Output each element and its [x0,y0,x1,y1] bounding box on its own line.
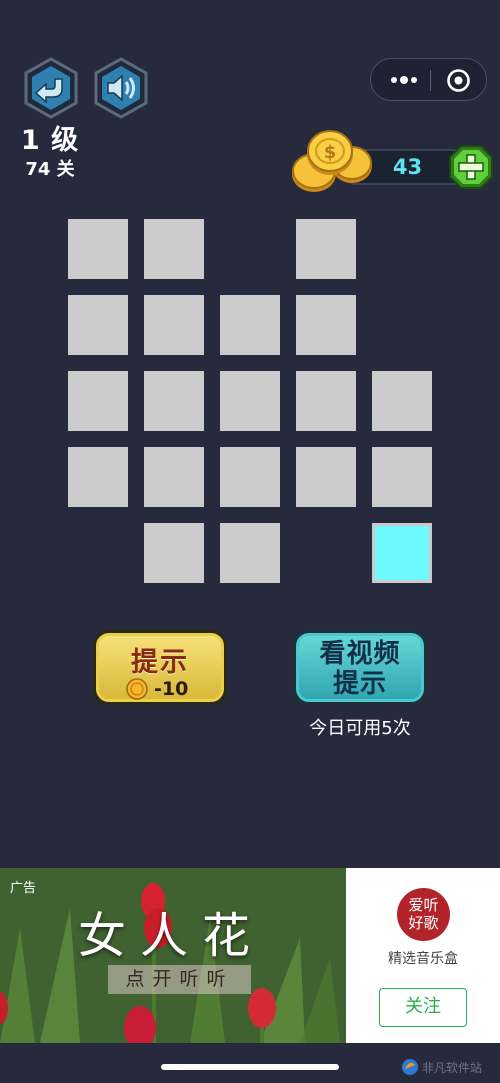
grid-tile[interactable] [296,371,356,431]
watermark-logo-icon [402,1059,418,1075]
ad-image[interactable]: 广告 女人花 点开听听 [0,868,346,1043]
grid-tile[interactable] [372,371,432,431]
hint-button-label: 提示 [131,647,189,678]
ad-logo-line2: 好歌 [408,914,439,932]
ad-side-panel: 爱听 好歌 精选音乐盒 关注 [346,868,500,1043]
grid-tile[interactable] [296,447,356,507]
ad-app-name: 精选音乐盒 [388,951,458,967]
grid-tile[interactable] [68,447,128,507]
coin-icon [126,678,148,700]
grid-tile[interactable] [68,219,128,279]
hint-cost-value: -10 [154,678,189,700]
grid-tile[interactable] [144,371,204,431]
grid-tile[interactable] [68,295,128,355]
hint-cost: -10 [126,677,206,701]
home-indicator[interactable] [161,1064,339,1070]
video-hint-remaining: 今日可用5次 [309,718,411,739]
grid-tile[interactable] [220,371,280,431]
ad-title: 女人花 [78,908,265,964]
video-hint-line2: 提示 [332,669,387,699]
grid-tile[interactable] [220,295,280,355]
grid-tile[interactable] [68,371,128,431]
ad-subtitle: 点开听听 [108,965,251,994]
grid-tile[interactable] [296,295,356,355]
video-hint-button[interactable]: 看视频 提示 [293,630,427,705]
ad-tag: 广告 [10,881,37,896]
grid-tile[interactable] [144,523,204,583]
grid-tile-selected[interactable] [372,523,432,583]
grid-tile[interactable] [220,523,280,583]
ad-banner[interactable]: 广告 女人花 点开听听 爱听 好歌 精选音乐盒 关注 [0,868,500,1043]
puzzle-grid [0,0,500,600]
grid-tile[interactable] [144,447,204,507]
follow-button[interactable]: 关注 [379,988,467,1027]
ad-app-logo[interactable]: 爱听 好歌 [397,888,450,941]
grid-tile[interactable] [220,447,280,507]
grid-tile[interactable] [144,295,204,355]
video-hint-line1: 看视频 [319,639,401,669]
grid-tile[interactable] [296,219,356,279]
ad-logo-line1: 爱听 [408,896,439,914]
watermark: 非凡软件站 [400,1055,496,1079]
grid-tile[interactable] [144,219,204,279]
grid-tile[interactable] [372,447,432,507]
hint-button[interactable]: 提示 -10 [93,630,227,705]
watermark-text: 非凡软件站 [422,1061,483,1075]
